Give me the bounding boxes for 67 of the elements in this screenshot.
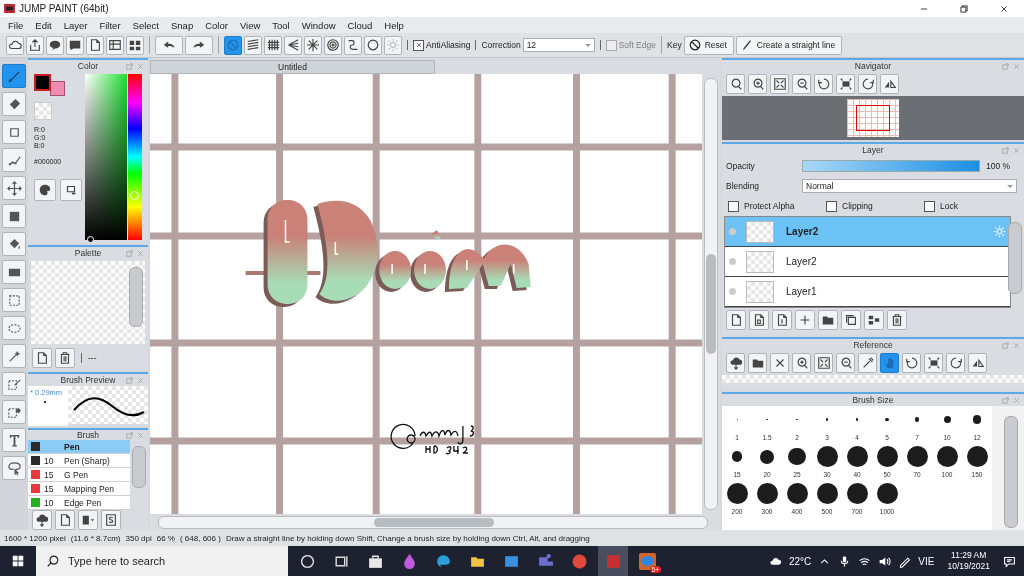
menu-item[interactable]: Cloud bbox=[341, 19, 379, 31]
palette-footer-text: --- bbox=[88, 353, 97, 363]
status-text: (11.6 * 8.7cm) bbox=[70, 533, 121, 543]
document-tab[interactable]: Untitled bbox=[150, 59, 435, 74]
clock-time: 11:29 AM bbox=[951, 550, 987, 561]
option-label: Lock bbox=[940, 201, 958, 211]
status-text: Draw a straight line by holding down Shift, Change a brush size by holding down Ctrl, Alt, and dragging bbox=[225, 533, 590, 543]
layer-row[interactable]: Layer2 bbox=[725, 217, 1010, 247]
brush-name: Pen bbox=[64, 441, 80, 452]
menu-item[interactable]: Color bbox=[199, 19, 234, 31]
blending-label: Blending bbox=[726, 181, 761, 191]
brush-item[interactable]: 10 Pen (Sharp) bbox=[28, 454, 130, 468]
layer-name: Layer2 bbox=[786, 226, 819, 237]
status-text: 350 dpi bbox=[125, 533, 152, 543]
correction-label: Correction bbox=[481, 40, 521, 50]
option-label: Clipping bbox=[842, 201, 873, 211]
status-text: 66 % bbox=[156, 533, 175, 543]
soft-edge-label: Soft Edge bbox=[618, 40, 656, 50]
layer-name: Layer1 bbox=[786, 286, 817, 297]
status-text: 1600 * 1200 pixel bbox=[4, 533, 66, 543]
menu-item[interactable]: Edit bbox=[29, 19, 58, 31]
brush-item[interactable]: 15 G Pen bbox=[28, 468, 130, 482]
brush-size: 15 bbox=[44, 483, 55, 494]
menu-item[interactable]: View bbox=[233, 19, 267, 31]
menu-item[interactable]: Tool bbox=[266, 19, 296, 31]
panel-title: Layer bbox=[862, 145, 884, 155]
reset-button[interactable]: Reset bbox=[683, 35, 734, 55]
brush-name: Edge Pen bbox=[64, 497, 102, 508]
status-text: ( 648, 606 ) bbox=[179, 533, 221, 543]
menu-item[interactable]: File bbox=[2, 19, 30, 31]
window-title: JUMP PAINT (64bit) bbox=[19, 3, 109, 14]
brush-name: G Pen bbox=[64, 469, 89, 480]
layer-row[interactable]: Layer1 bbox=[725, 277, 1010, 307]
opacity-value: 100 % bbox=[986, 161, 1011, 171]
input-language[interactable]: VIE bbox=[918, 555, 935, 567]
straight-line-button[interactable]: Create a straight line bbox=[735, 35, 843, 55]
panel-title: Reference bbox=[853, 340, 893, 350]
brush-item[interactable]: 15 Mapping Pen bbox=[28, 482, 130, 496]
menu-item[interactable]: Filter bbox=[93, 19, 127, 31]
opacity-label: Opacity bbox=[726, 161, 756, 171]
brush-size: 15 bbox=[44, 469, 55, 480]
brush-size: 10 bbox=[44, 497, 55, 508]
panel-title: Brush bbox=[76, 430, 100, 440]
layer-row[interactable]: Layer2 bbox=[725, 247, 1010, 277]
brush-name: Mapping Pen bbox=[64, 483, 115, 494]
temperature: 22°C bbox=[789, 555, 812, 567]
key-label: Key bbox=[667, 40, 682, 50]
menu-item[interactable]: Snap bbox=[165, 19, 200, 31]
blending-dropdown[interactable]: Normal bbox=[802, 179, 1017, 193]
menu-item[interactable]: Help bbox=[378, 19, 410, 31]
panel-title: Navigator bbox=[854, 61, 892, 71]
layer-name: Layer2 bbox=[786, 256, 817, 267]
panel-title: Color bbox=[77, 61, 99, 71]
brush-item[interactable]: Pen bbox=[28, 440, 130, 454]
panel-title: Palette bbox=[74, 248, 102, 258]
panel-title: Brush Size bbox=[852, 395, 894, 405]
menu-item[interactable]: Select bbox=[126, 19, 165, 31]
clock-date: 10/19/2021 bbox=[947, 561, 990, 572]
option-label: Protect Alpha bbox=[744, 201, 795, 211]
panel-title: Brush Preview bbox=[60, 375, 116, 385]
brush-name: Pen (Sharp) bbox=[64, 455, 110, 466]
menu-item[interactable]: Layer bbox=[57, 19, 94, 31]
brush-size: 10 bbox=[44, 455, 55, 466]
menu-item[interactable]: Window bbox=[295, 19, 342, 31]
correction-dropdown[interactable]: 12 bbox=[522, 38, 595, 52]
search-field[interactable]: Type here to search bbox=[36, 546, 288, 576]
antialiasing-label: AntiAliasing bbox=[426, 40, 471, 50]
